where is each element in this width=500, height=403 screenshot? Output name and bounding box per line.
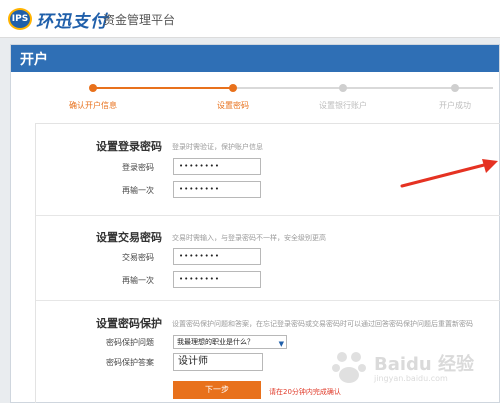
trade-password-label: 交易密码 (122, 253, 154, 262)
paw-icon (332, 352, 366, 383)
login-password-confirm-label: 再输一次 (122, 186, 154, 195)
security-answer-label: 密码保护答案 (106, 358, 154, 367)
trade-password-confirm-label: 再输一次 (122, 276, 154, 285)
next-step-button[interactable]: 下一步 (173, 381, 261, 399)
brand-logo-text: 环迅支付 (36, 11, 108, 32)
step-3-dot (339, 84, 347, 92)
trade-password-hint: 交易时需输入，与登录密码不一样，安全级别更高 (172, 234, 326, 242)
trade-password-title: 设置交易密码 (96, 231, 162, 244)
red-arrow-annotation (400, 159, 498, 188)
brand-logo-icon: IPS (8, 8, 32, 30)
step-2-dot (229, 84, 237, 92)
brand-logo[interactable]: IPS 环迅支付 (8, 7, 108, 32)
security-question-label: 密码保护问题 (106, 338, 154, 347)
login-password-confirm-input[interactable]: •••••••• (173, 181, 261, 198)
platform-subtitle: 资金管理平台 (103, 13, 176, 27)
login-password-input[interactable]: •••••••• (173, 158, 261, 175)
watermark-text: Baidu 经验 (374, 354, 475, 375)
login-password-label: 登录密码 (122, 163, 154, 172)
login-password-hint: 登录时需验证，保护账户信息 (172, 143, 263, 151)
security-answer-input[interactable]: 设计师 (173, 353, 263, 371)
page-title: 开户 (20, 52, 48, 68)
security-question-title: 设置密码保护 (96, 317, 162, 330)
trade-password-section: 设置交易密码 交易时需输入，与登录密码不一样，安全级别更高 交易密码 •••••… (36, 216, 500, 301)
security-question-select[interactable]: 我最理想的职业是什么？ ▼ (173, 335, 287, 349)
top-header: IPS 环迅支付 资金管理平台 (0, 0, 500, 38)
step-4-dot (451, 84, 459, 92)
step-2-label: 设置密码 (217, 101, 249, 110)
step-3-label: 设置银行账户 (319, 101, 367, 110)
step-1-label: 确认开户信息 (69, 101, 117, 110)
baidu-jingyan-watermark: Baidu 经验 jingyan.baidu.com (330, 342, 490, 392)
progress-track-complete (93, 87, 233, 89)
security-question-hint: 设置密码保护问题和答案，在忘记登录密码或交易密码时可以通过回答密码保护问题后重置… (172, 320, 473, 328)
chevron-down-icon[interactable]: ▼ (279, 338, 284, 350)
watermark-url: jingyan.baidu.com (374, 374, 448, 383)
panel-title-bar: 开户 (11, 45, 499, 72)
step-4-label: 开户成功 (439, 101, 471, 110)
security-question-selected: 我最理想的职业是什么？ (177, 338, 254, 346)
login-password-title: 设置登录密码 (96, 140, 162, 153)
progress-steps: 确认开户信息 设置密码 设置银行账户 开户成功 (11, 72, 499, 122)
step-1-dot (89, 84, 97, 92)
trade-password-input[interactable]: •••••••• (173, 248, 261, 265)
trade-password-confirm-input[interactable]: •••••••• (173, 271, 261, 288)
